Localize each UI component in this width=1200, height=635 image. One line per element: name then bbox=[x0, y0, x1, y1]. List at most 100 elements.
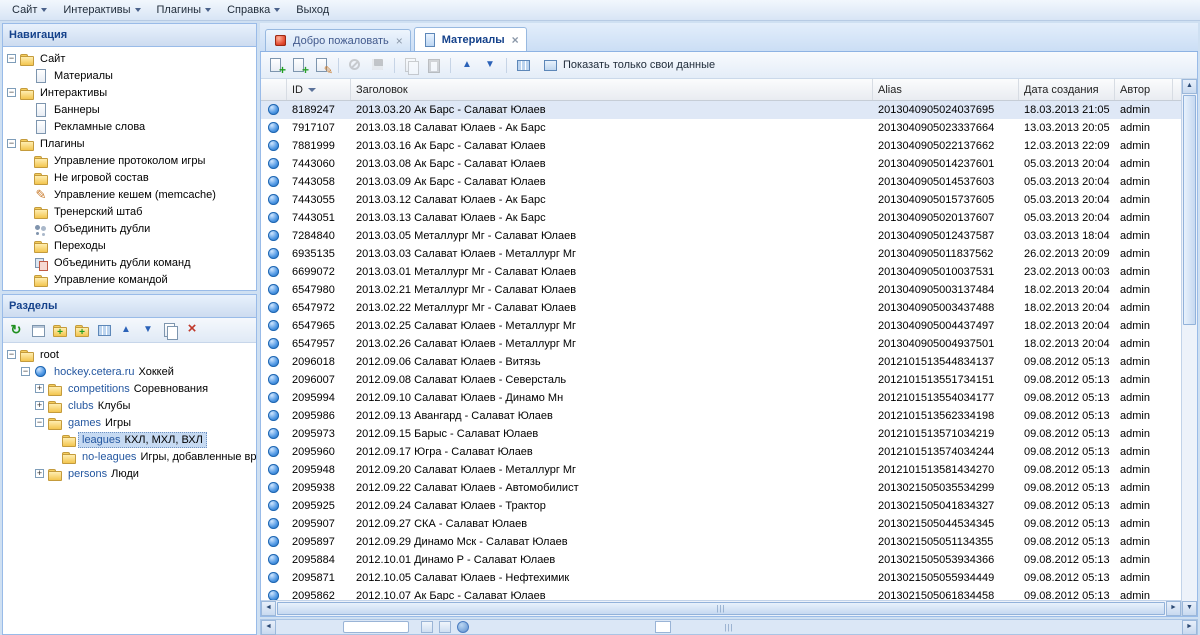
tree-item-root[interactable]: −root bbox=[3, 346, 256, 363]
table-row[interactable]: 20958712012.10.05 Салават Юлаев - Нефтех… bbox=[261, 569, 1181, 587]
sections-properties-button[interactable] bbox=[94, 320, 114, 340]
footer-select[interactable] bbox=[343, 621, 409, 633]
menu-item-logout[interactable]: Выход bbox=[288, 2, 337, 19]
sections-refresh-button[interactable] bbox=[6, 320, 26, 340]
bottom-scroll-right-button[interactable]: ► bbox=[1182, 620, 1197, 635]
tree-item-materials[interactable]: Материалы bbox=[3, 67, 256, 84]
grid-horizontal-scrollbar[interactable]: ◄ ||| ► bbox=[261, 600, 1181, 616]
tree-item-leagues[interactable]: leaguesКХЛ, МХЛ, ВХЛ bbox=[3, 431, 256, 448]
tree-item-coaching-staff[interactable]: Тренерский штаб bbox=[3, 203, 256, 220]
collapse-toggle-icon[interactable]: − bbox=[7, 54, 16, 63]
sections-copy-button[interactable] bbox=[160, 320, 180, 340]
toolbar-add-alt-button[interactable] bbox=[289, 55, 309, 75]
menu-item-plugins[interactable]: Плагины bbox=[149, 2, 220, 19]
tree-item-site[interactable]: −Сайт bbox=[3, 50, 256, 67]
table-row[interactable]: 65479652013.02.25 Салават Юлаев - Металл… bbox=[261, 317, 1181, 335]
table-row[interactable]: 20960072012.09.08 Салават Юлаев - Северс… bbox=[261, 371, 1181, 389]
tree-item-memcache[interactable]: Управление кешем (memcache) bbox=[3, 186, 256, 203]
tree-item-game-protocol[interactable]: Управление протоколом игры bbox=[3, 152, 256, 169]
table-row[interactable]: 20958842012.10.01 Динамо Р - Салават Юла… bbox=[261, 551, 1181, 569]
expand-toggle-icon[interactable]: + bbox=[35, 401, 44, 410]
table-row[interactable]: 20959942012.09.10 Салават Юлаев - Динамо… bbox=[261, 389, 1181, 407]
tree-item-ad-words[interactable]: Рекламные слова bbox=[3, 118, 256, 135]
expand-toggle-icon[interactable]: + bbox=[35, 469, 44, 478]
footer-field[interactable] bbox=[655, 621, 671, 633]
toolbar-edit-button[interactable] bbox=[312, 55, 332, 75]
tree-item-merge-team-duplicates[interactable]: Объединить дубли команд bbox=[3, 254, 256, 271]
tree-item-hockey[interactable]: −hockey.cetera.ruХоккей bbox=[3, 363, 256, 380]
bottom-scrollbar[interactable]: ◄ ||| ► bbox=[260, 619, 1198, 635]
scroll-down-button[interactable]: ▼ bbox=[1182, 601, 1197, 616]
show-own-data-toggle[interactable]: Показать только свои данные bbox=[542, 57, 715, 73]
column-header-icon[interactable] bbox=[261, 79, 287, 100]
column-header-id[interactable]: ID bbox=[287, 79, 351, 100]
sections-delete-button[interactable] bbox=[182, 320, 202, 340]
expand-toggle-icon[interactable]: + bbox=[35, 384, 44, 393]
menu-item-help[interactable]: Справка bbox=[219, 2, 288, 19]
table-row[interactable]: 74430552013.03.12 Салават Юлаев - Ак Бар… bbox=[261, 191, 1181, 209]
table-row[interactable]: 20959732012.09.15 Барыс - Салават Юлаев2… bbox=[261, 425, 1181, 443]
table-row[interactable]: 20958622012.10.07 Ак Барс - Салават Юлае… bbox=[261, 587, 1181, 600]
toolbar-columns-button[interactable] bbox=[513, 55, 533, 75]
toolbar-add-button[interactable] bbox=[266, 55, 286, 75]
tree-item-non-game-roster[interactable]: Не игровой состав bbox=[3, 169, 256, 186]
vertical-scroll-thumb[interactable] bbox=[1183, 95, 1196, 325]
table-row[interactable]: 81892472013.03.20 Ак Барс - Салават Юлае… bbox=[261, 101, 1181, 119]
table-row[interactable]: 20959862012.09.13 Авангард - Салават Юла… bbox=[261, 407, 1181, 425]
collapse-toggle-icon[interactable]: − bbox=[7, 88, 16, 97]
tree-item-merge-duplicates[interactable]: Объединить дубли bbox=[3, 220, 256, 237]
table-row[interactable]: 20959602012.09.17 Югра - Салават Юлаев20… bbox=[261, 443, 1181, 461]
table-row[interactable]: 65479722013.02.22 Металлург Мг - Салават… bbox=[261, 299, 1181, 317]
sections-move-up-button[interactable] bbox=[116, 320, 136, 340]
table-row[interactable]: 74430602013.03.08 Ак Барс - Салават Юлае… bbox=[261, 155, 1181, 173]
table-row[interactable]: 74430582013.03.09 Ак Барс - Салават Юлае… bbox=[261, 173, 1181, 191]
table-row[interactable]: 74430512013.03.13 Салават Юлаев - Ак Бар… bbox=[261, 209, 1181, 227]
table-row[interactable]: 20958972012.09.29 Динамо Мск - Салават Ю… bbox=[261, 533, 1181, 551]
sections-add-section-button[interactable] bbox=[50, 320, 70, 340]
scroll-right-button[interactable]: ► bbox=[1166, 601, 1181, 616]
table-row[interactable]: 66990722013.03.01 Металлург Мг - Салават… bbox=[261, 263, 1181, 281]
bottom-scroll-thumb[interactable]: ||| bbox=[276, 623, 1182, 632]
sections-move-down-button[interactable] bbox=[138, 320, 158, 340]
tree-item-banners[interactable]: Баннеры bbox=[3, 101, 256, 118]
table-row[interactable]: 78819992013.03.16 Ак Барс - Салават Юлае… bbox=[261, 137, 1181, 155]
column-header-alias[interactable]: Alias bbox=[873, 79, 1019, 100]
table-row[interactable]: 20959072012.09.27 СКА - Салават Юлаев201… bbox=[261, 515, 1181, 533]
horizontal-scroll-thumb[interactable]: ||| bbox=[277, 602, 1165, 615]
scroll-left-button[interactable]: ◄ bbox=[261, 601, 276, 616]
table-row[interactable]: 20960182012.09.06 Салават Юлаев - Витязь… bbox=[261, 353, 1181, 371]
tab-close-icon[interactable]: × bbox=[512, 34, 519, 46]
collapse-toggle-icon[interactable]: − bbox=[7, 139, 16, 148]
sections-add-subsection-button[interactable] bbox=[72, 320, 92, 340]
table-row[interactable]: 72848402013.03.05 Металлург Мг - Салават… bbox=[261, 227, 1181, 245]
menu-item-site[interactable]: Сайт bbox=[4, 2, 55, 19]
tree-item-interactives[interactable]: −Интерактивы bbox=[3, 84, 256, 101]
tab-welcome[interactable]: Добро пожаловать× bbox=[265, 29, 411, 51]
table-row[interactable]: 20959252012.09.24 Салават Юлаев - Тракто… bbox=[261, 497, 1181, 515]
grid-vertical-scrollbar[interactable]: ▲ ▼ bbox=[1181, 79, 1197, 616]
table-row[interactable]: 65479572013.02.26 Салават Юлаев - Металл… bbox=[261, 335, 1181, 353]
bottom-scroll-left-button[interactable]: ◄ bbox=[261, 620, 276, 635]
tree-item-games[interactable]: −gamesИгры bbox=[3, 414, 256, 431]
table-row[interactable]: 20959382012.09.22 Салават Юлаев - Автомо… bbox=[261, 479, 1181, 497]
footer-refresh-icon[interactable] bbox=[457, 621, 469, 633]
table-row[interactable]: 65479802013.02.21 Металлург Мг - Салават… bbox=[261, 281, 1181, 299]
collapse-toggle-icon[interactable]: − bbox=[7, 350, 16, 359]
table-row[interactable]: 79171072013.03.18 Салават Юлаев - Ак Бар… bbox=[261, 119, 1181, 137]
toolbar-move-up-button[interactable] bbox=[457, 55, 477, 75]
column-header-author[interactable]: Автор bbox=[1115, 79, 1173, 100]
table-row[interactable]: 20959482012.09.20 Салават Юлаев - Металл… bbox=[261, 461, 1181, 479]
toolbar-move-down-button[interactable] bbox=[480, 55, 500, 75]
tree-item-no-leagues[interactable]: no-leaguesИгры, добавленные вручную bbox=[3, 448, 256, 465]
tree-item-clubs[interactable]: +clubsКлубы bbox=[3, 397, 256, 414]
tree-item-competitions[interactable]: +competitionsСоревнования bbox=[3, 380, 256, 397]
scroll-up-button[interactable]: ▲ bbox=[1182, 79, 1197, 94]
footer-button-2[interactable] bbox=[439, 621, 451, 633]
tab-materials[interactable]: Материалы× bbox=[414, 27, 527, 51]
tree-item-transitions[interactable]: Переходы bbox=[3, 237, 256, 254]
column-header-title[interactable]: Заголовок bbox=[351, 79, 873, 100]
tree-item-persons[interactable]: +personsЛюди bbox=[3, 465, 256, 482]
collapse-toggle-icon[interactable]: − bbox=[21, 367, 30, 376]
collapse-toggle-icon[interactable]: − bbox=[35, 418, 44, 427]
menu-item-interactives[interactable]: Интерактивы bbox=[55, 2, 148, 19]
